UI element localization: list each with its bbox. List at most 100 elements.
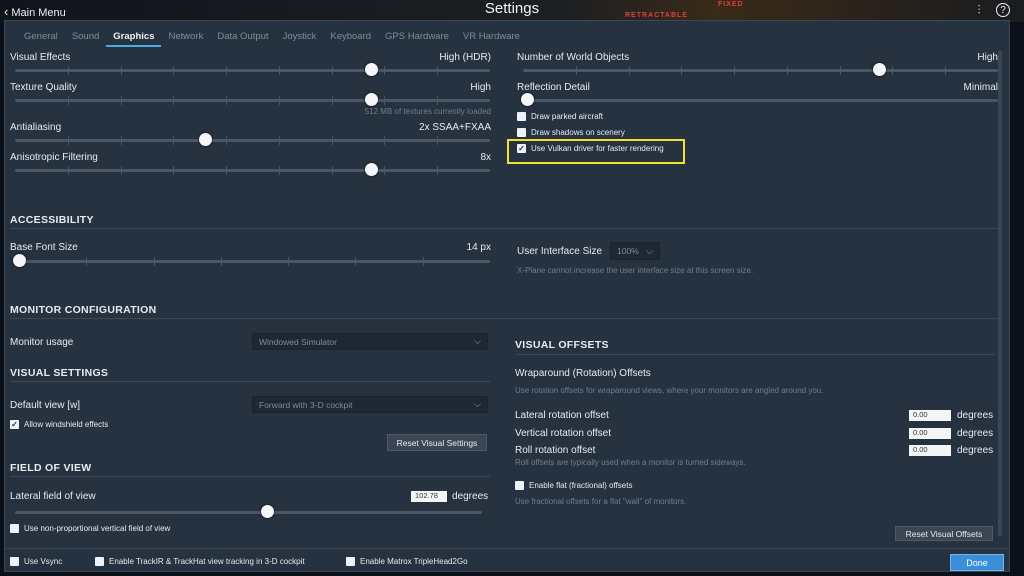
wraparound-desc: Use rotation offsets for wraparound view… bbox=[515, 386, 824, 395]
lateral-offset-input[interactable]: 0.00 bbox=[909, 410, 951, 421]
tab-graphics[interactable]: Graphics bbox=[106, 31, 162, 47]
checkbox-box bbox=[95, 557, 104, 566]
monitor-usage-dropdown[interactable]: Windowed Simulator ⌵ bbox=[252, 333, 488, 350]
antialiasing-label: Antialiasing bbox=[10, 122, 62, 133]
lateral-fov-input[interactable]: 102.78 bbox=[411, 491, 447, 502]
vertical-offset-label: Vertical rotation offset bbox=[515, 428, 611, 439]
anisotropic-slider[interactable] bbox=[15, 163, 490, 176]
default-view-dropdown[interactable]: Forward with 3-D cockpit ⌵ bbox=[252, 396, 488, 413]
tab-network[interactable]: Network bbox=[161, 31, 210, 47]
trackir-checkbox[interactable]: Enable TrackIR & TrackHat view tracking … bbox=[95, 557, 305, 566]
slider-thumb[interactable] bbox=[261, 505, 275, 518]
help-icon[interactable]: ? bbox=[996, 3, 1010, 17]
world-objects-label: Number of World Objects bbox=[517, 52, 630, 63]
default-view-label: Default view [w] bbox=[10, 400, 81, 411]
monitor-config-header: MONITOR CONFIGURATION bbox=[10, 304, 157, 316]
visual-effects-slider[interactable] bbox=[15, 63, 490, 76]
world-objects-slider[interactable] bbox=[523, 63, 998, 76]
tab-keyboard[interactable]: Keyboard bbox=[323, 31, 378, 47]
slider-tick bbox=[437, 166, 439, 175]
ui-size-label: User Interface Size bbox=[517, 246, 603, 257]
slider-tick bbox=[120, 166, 122, 175]
slider-track bbox=[15, 136, 490, 145]
slider-tick bbox=[892, 66, 894, 75]
vertical-offset-unit: degrees bbox=[957, 428, 994, 439]
font-size-value: 14 px bbox=[466, 242, 491, 253]
draw-parked-checkbox[interactable]: Draw parked aircraft bbox=[517, 112, 603, 121]
slider-track bbox=[15, 66, 490, 75]
draw-shadows-checkbox[interactable]: Draw shadows on scenery bbox=[517, 128, 625, 137]
check-icon: ✓ bbox=[10, 420, 19, 429]
slider-tick bbox=[173, 96, 175, 105]
slider-tick bbox=[355, 257, 357, 266]
done-button[interactable]: Done bbox=[950, 554, 1004, 571]
vulkan-checkbox[interactable]: ✓ Use Vulkan driver for faster rendering bbox=[517, 144, 664, 153]
texture-memory-note: 512 MB of textures currently loaded bbox=[364, 107, 491, 116]
chevron-down-icon: ⌵ bbox=[646, 245, 653, 256]
tab-joystick[interactable]: Joystick bbox=[276, 31, 324, 47]
slider-tick bbox=[331, 96, 333, 105]
flat-offsets-desc: Use fractional offsets for a flat "wall"… bbox=[515, 497, 687, 506]
antialiasing-value: 2x SSAA+FXAA bbox=[419, 122, 491, 133]
slider-tick bbox=[120, 136, 122, 145]
divider bbox=[10, 318, 1000, 319]
font-size-slider[interactable] bbox=[13, 254, 490, 267]
scrollbar[interactable] bbox=[998, 51, 1002, 536]
slider-tick bbox=[945, 66, 947, 75]
slider-tick bbox=[120, 66, 122, 75]
slider-tick bbox=[437, 136, 439, 145]
slider-track bbox=[15, 96, 490, 105]
slider-tick bbox=[226, 96, 228, 105]
world-objects-value: High bbox=[977, 52, 998, 63]
slider-thumb[interactable] bbox=[199, 133, 212, 146]
slider-thumb[interactable] bbox=[365, 163, 379, 176]
vsync-checkbox[interactable]: Use Vsync bbox=[10, 557, 62, 566]
ui-size-note: X-Plane cannot increase the user interfa… bbox=[517, 266, 754, 275]
slider-tick bbox=[384, 136, 386, 145]
tab-vr-hardware[interactable]: VR Hardware bbox=[456, 31, 527, 47]
matrox-checkbox[interactable]: Enable Matrox TripleHead2Go bbox=[346, 557, 468, 566]
slider-tick bbox=[331, 136, 333, 145]
slider-tick bbox=[226, 166, 228, 175]
slider-thumb[interactable] bbox=[873, 63, 887, 76]
wraparound-title: Wraparound (Rotation) Offsets bbox=[515, 368, 651, 379]
tab-gps-hardware[interactable]: GPS Hardware bbox=[378, 31, 456, 47]
tab-sound[interactable]: Sound bbox=[65, 31, 106, 47]
windshield-checkbox[interactable]: ✓ Allow windshield effects bbox=[10, 420, 108, 429]
footer-bar: Use Vsync Enable TrackIR & TrackHat view… bbox=[5, 548, 1009, 571]
lateral-offset-unit: degrees bbox=[957, 410, 994, 421]
checkbox-box bbox=[346, 557, 355, 566]
slider-tick bbox=[67, 96, 69, 105]
divider bbox=[10, 381, 490, 382]
roll-offset-label: Roll rotation offset bbox=[515, 445, 596, 456]
divider bbox=[10, 476, 490, 477]
reflection-slider[interactable] bbox=[521, 93, 998, 106]
slider-thumb[interactable] bbox=[521, 93, 534, 106]
slider-thumb[interactable] bbox=[365, 63, 379, 76]
slider-tick bbox=[173, 66, 175, 75]
antialiasing-slider[interactable] bbox=[15, 133, 490, 146]
divider bbox=[515, 354, 995, 355]
ui-size-dropdown[interactable]: 100% ⌵ bbox=[610, 242, 660, 260]
lateral-fov-slider[interactable] bbox=[15, 505, 482, 518]
visual-offsets-header: VISUAL OFFSETS bbox=[515, 339, 609, 351]
slider-thumb[interactable] bbox=[365, 93, 379, 106]
slider-tick bbox=[384, 66, 386, 75]
slider-thumb[interactable] bbox=[13, 254, 26, 267]
non-proportional-fov-checkbox[interactable]: Use non-proportional vertical field of v… bbox=[10, 524, 170, 533]
vertical-offset-input[interactable]: 0.00 bbox=[909, 428, 951, 439]
slider-tick bbox=[384, 96, 386, 105]
slider-tick bbox=[278, 136, 280, 145]
field-of-view-header: FIELD OF VIEW bbox=[10, 462, 92, 474]
tab-data-output[interactable]: Data Output bbox=[210, 31, 275, 47]
texture-quality-slider[interactable] bbox=[15, 93, 490, 106]
tab-general[interactable]: General bbox=[17, 31, 65, 47]
reset-visual-settings-button[interactable]: Reset Visual Settings bbox=[387, 434, 487, 451]
slider-tick bbox=[384, 166, 386, 175]
reset-visual-offsets-button[interactable]: Reset Visual Offsets bbox=[895, 526, 993, 541]
roll-offset-input[interactable]: 0.00 bbox=[909, 445, 951, 456]
slider-track bbox=[523, 66, 998, 75]
slider-tick bbox=[226, 66, 228, 75]
flat-offsets-checkbox[interactable]: Enable flat (fractional) offsets bbox=[515, 481, 632, 490]
sliders-icon[interactable]: ⫶ bbox=[972, 3, 986, 17]
